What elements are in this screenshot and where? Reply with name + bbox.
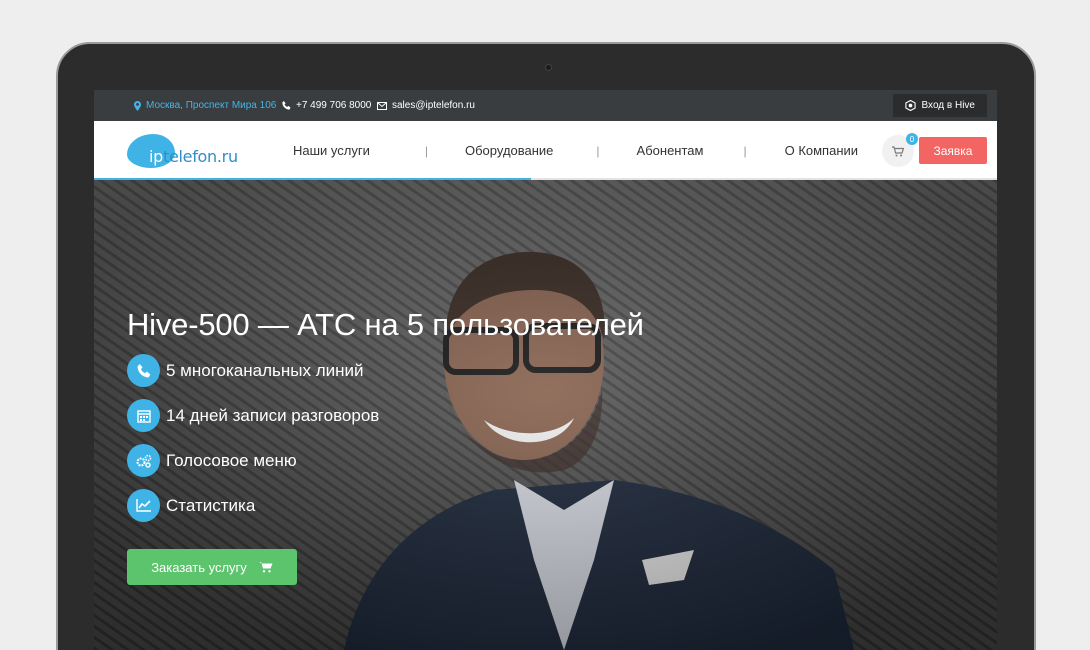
phone-icon: [282, 101, 291, 110]
hive-logo-icon: [904, 100, 916, 111]
chart-icon: [127, 489, 160, 522]
address-text: Москва, Проспект Мира 106: [146, 100, 277, 111]
phone-icon: [127, 354, 160, 387]
cart-button[interactable]: 0: [882, 133, 918, 167]
login-button[interactable]: Вход в Hive: [892, 94, 987, 117]
feature-text: 5 многоканальных линий: [166, 360, 364, 380]
phone-text: +7 499 706 8000: [296, 100, 372, 111]
calendar-icon: [127, 399, 160, 432]
location-pin-icon: [134, 100, 141, 111]
feature-text: Статистика: [166, 495, 256, 515]
feature-item: Статистика: [127, 489, 255, 522]
address-link[interactable]: Москва, Проспект Мира 106: [134, 90, 276, 121]
nav-separator: |: [424, 143, 428, 158]
request-button[interactable]: Заявка: [919, 137, 987, 164]
nav-separator: |: [743, 143, 747, 158]
browser-screen: Москва, Проспект Мира 106 +7 499 706 800…: [94, 90, 997, 650]
email-link[interactable]: sales@iptelefon.ru: [377, 90, 475, 121]
nav-item-about[interactable]: О Компании: [785, 143, 858, 158]
feature-item: 5 многоканальных линий: [127, 354, 364, 387]
feature-item: Голосовое меню: [127, 444, 297, 477]
nav-item-equipment[interactable]: Оборудование: [465, 143, 553, 158]
hero-section: Hive-500 — АТС на 5 пользователей 5 мног…: [94, 180, 997, 650]
feature-text: Голосовое меню: [166, 450, 297, 470]
nav-item-subscribers[interactable]: Абонентам: [637, 143, 704, 158]
order-service-button[interactable]: Заказать услугу: [127, 549, 297, 585]
nav-item-services[interactable]: Наши услуги: [293, 143, 370, 158]
logo-text: iptelefon.ru: [149, 147, 238, 166]
top-bar: Москва, Проспект Мира 106 +7 499 706 800…: [94, 90, 997, 121]
main-navigation: iptelefon.ru Наши услуги | Оборудование …: [94, 121, 997, 180]
site-logo[interactable]: iptelefon.ru: [127, 132, 257, 172]
cart-count-badge: 0: [906, 133, 918, 145]
webcam: [545, 64, 552, 71]
gears-icon: [127, 444, 160, 477]
email-text: sales@iptelefon.ru: [392, 100, 475, 111]
feature-text: 14 дней записи разговоров: [166, 405, 380, 425]
envelope-icon: [377, 101, 387, 110]
cart-icon: [258, 562, 273, 573]
order-button-label: Заказать услугу: [151, 559, 247, 575]
feature-item: 14 дней записи разговоров: [127, 399, 379, 432]
login-label: Вход в Hive: [921, 100, 976, 111]
hero-title: Hive-500 — АТС на 5 пользователей: [127, 307, 644, 342]
nav-menu: Наши услуги | Оборудование | Абонентам |…: [259, 121, 858, 180]
phone-link[interactable]: +7 499 706 8000: [282, 90, 371, 121]
cart-icon: [892, 145, 904, 156]
nav-separator: |: [596, 143, 600, 158]
